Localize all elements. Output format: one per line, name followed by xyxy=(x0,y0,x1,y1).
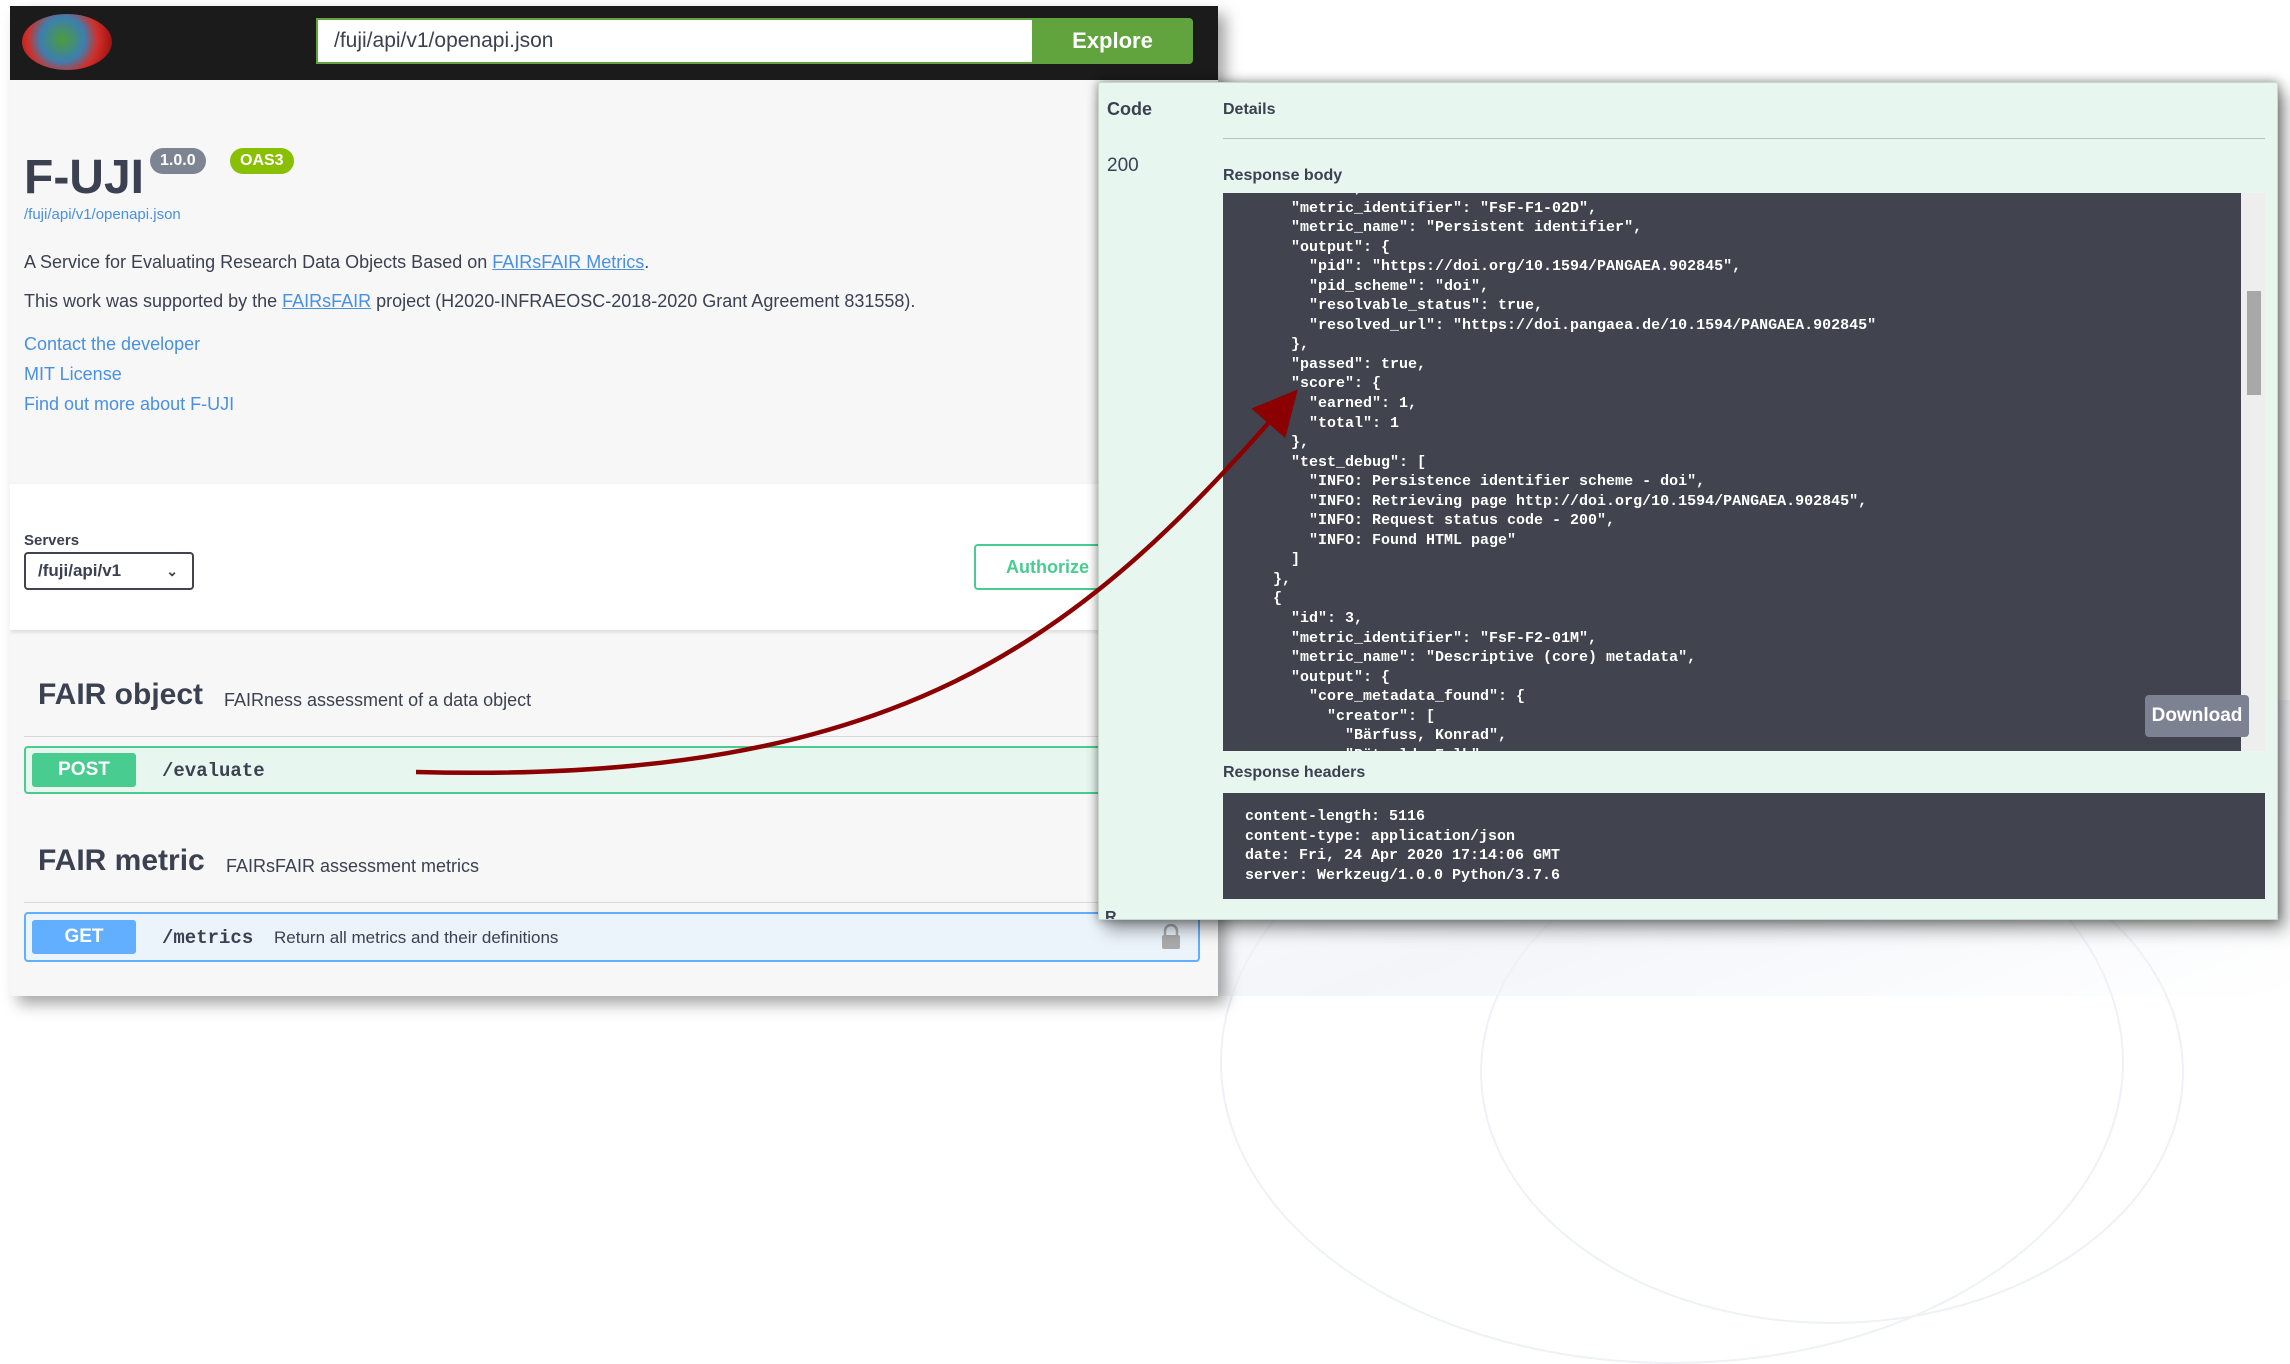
scrollbar[interactable]: ▲ ▼ xyxy=(2241,193,2265,751)
swagger-page: /fuji/api/v1/openapi.json Explore F-UJI … xyxy=(10,6,1218,996)
lock-icon[interactable] xyxy=(1160,924,1182,950)
method-badge-get: GET xyxy=(32,920,136,954)
operation-summary: Return all metrics and their definitions xyxy=(274,928,559,947)
tag-fair-metric-description: FAIRsFAIR assessment metrics xyxy=(226,856,480,876)
response-headers-text: content-length: 5116 content-type: appli… xyxy=(1245,808,1561,884)
divider xyxy=(24,902,1204,903)
support-text: This work was supported by the xyxy=(24,291,283,311)
tag-fair-object-title[interactable]: FAIR object xyxy=(38,678,203,712)
spec-url-input[interactable]: /fuji/api/v1/openapi.json xyxy=(316,18,1034,64)
download-button[interactable]: Download xyxy=(2145,695,2249,737)
response-body[interactable]: "id": 2, "metric_identifier": "FsF-F1-02… xyxy=(1223,193,2265,751)
response-body-label: Response body xyxy=(1223,167,1343,184)
fairsfair-project-link[interactable]: FAIRsFAIR xyxy=(282,291,371,311)
tag-fair-object-description: FAIRness assessment of a data object xyxy=(224,690,532,710)
oas-badge: OAS3 xyxy=(230,148,294,174)
spec-link[interactable]: /fuji/api/v1/openapi.json xyxy=(24,206,181,223)
chevron-down-icon: ⌄ xyxy=(166,563,178,579)
description-suffix: . xyxy=(644,252,650,272)
support-description: This work was supported by the FAIRsFAIR… xyxy=(24,291,915,312)
api-title: F-UJI xyxy=(24,151,144,204)
fairsfair-metrics-link[interactable]: FAIRsFAIR Metrics xyxy=(492,252,644,272)
find-out-more-link[interactable]: Find out more about F-UJI xyxy=(24,394,234,415)
title-row: F-UJI 1.0.0 OAS3 xyxy=(24,142,1174,204)
servers-section: Servers /fuji/api/v1 ⌄ Authorize xyxy=(10,484,1218,630)
authorize-button[interactable]: Authorize xyxy=(974,544,1114,590)
response-body-text: "id": 2, "metric_identifier": "FsF-F1-02… xyxy=(1273,193,1877,751)
scrollbar-thumb[interactable] xyxy=(2247,291,2261,395)
method-badge-post: POST xyxy=(32,753,136,787)
tag-fair-metric-title[interactable]: FAIR metric xyxy=(38,844,205,878)
api-info: F-UJI 1.0.0 OAS3 xyxy=(24,142,1174,204)
operation-path: /metrics xyxy=(162,927,254,949)
response-headers-label: Response headers xyxy=(1223,764,1366,781)
servers-selected-value: /fuji/api/v1 xyxy=(38,561,122,580)
response-panel: Code Details 200 Response body "id": 2, … xyxy=(1098,82,2278,920)
fuji-logo-icon[interactable] xyxy=(22,14,112,70)
details-column-header: Details xyxy=(1223,101,1276,118)
clipped-label: R xyxy=(1105,909,1117,920)
divider xyxy=(1223,138,2265,139)
description-text: A Service for Evaluating Research Data O… xyxy=(24,252,493,272)
explore-button[interactable]: Explore xyxy=(1032,18,1193,64)
divider xyxy=(24,736,1204,737)
topbar: /fuji/api/v1/openapi.json Explore xyxy=(10,6,1218,80)
license-link[interactable]: MIT License xyxy=(24,364,122,385)
version-badge: 1.0.0 xyxy=(150,148,206,174)
contact-developer-link[interactable]: Contact the developer xyxy=(24,334,200,355)
code-column-header: Code xyxy=(1107,99,1152,119)
servers-select[interactable]: /fuji/api/v1 ⌄ xyxy=(24,552,194,590)
operation-post-evaluate[interactable]: POST /evaluate xyxy=(24,746,1200,794)
response-headers: content-length: 5116 content-type: appli… xyxy=(1223,793,2265,899)
status-code: 200 xyxy=(1107,155,1139,176)
api-description: A Service for Evaluating Research Data O… xyxy=(24,252,649,273)
servers-label: Servers xyxy=(24,532,80,549)
operation-get-metrics[interactable]: GET /metrics Return all metrics and thei… xyxy=(24,912,1200,962)
support-suffix: project (H2020-INFRAEOSC-2018-2020 Grant… xyxy=(371,291,916,311)
operation-path: /evaluate xyxy=(162,760,265,782)
